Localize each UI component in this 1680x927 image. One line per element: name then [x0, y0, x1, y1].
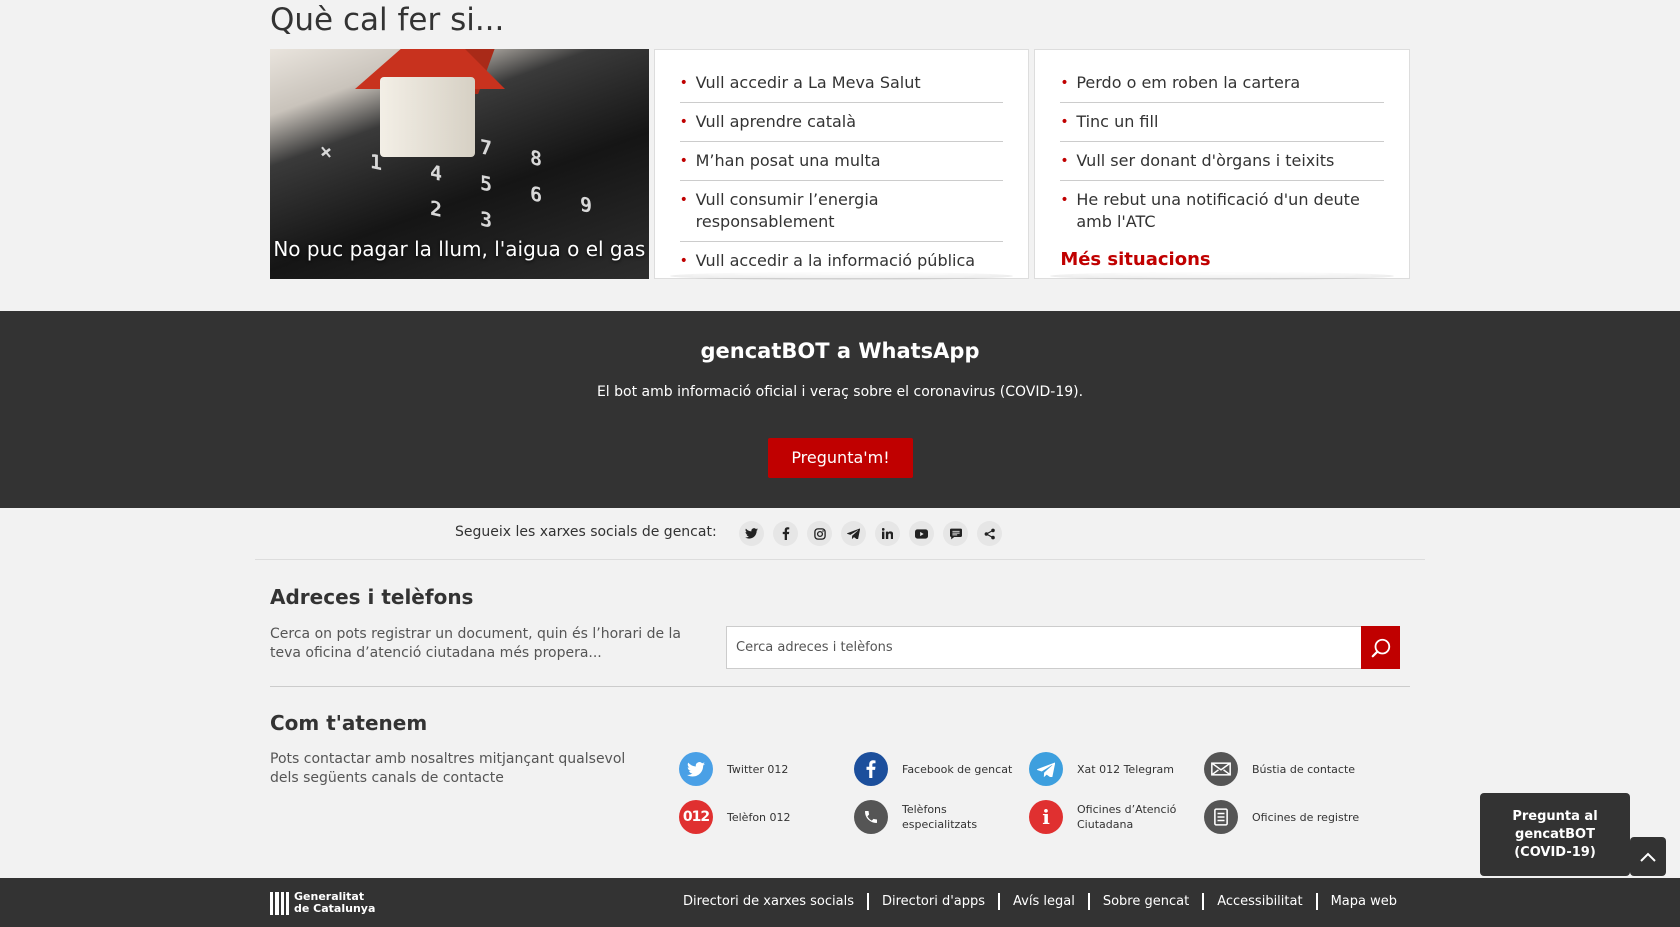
- channel-label: Xat 012 Telegram: [1077, 762, 1174, 776]
- gencatbot-title: gencatBOT a WhatsApp: [700, 339, 980, 363]
- generalitat-logo-mark: [270, 891, 289, 915]
- info-icon: i: [1029, 800, 1063, 834]
- channel-contact-mailbox[interactable]: Bústia de contacte: [1204, 752, 1374, 786]
- logo-text: Generalitat de Catalunya: [294, 891, 375, 915]
- situation-link[interactable]: Perdo o em roben la cartera: [1060, 64, 1384, 103]
- situation-link[interactable]: Vull consumir l’energia responsablement: [679, 181, 1004, 242]
- phone-012-icon: 012: [679, 800, 713, 834]
- footer-link-apps-directory[interactable]: Directori d'apps: [869, 893, 1001, 910]
- ask-me-button[interactable]: Pregunta'm!: [768, 438, 913, 478]
- situations-cards: × 1 4 5 6 9 7 8 2 3 No puc pagar la llum…: [270, 49, 1410, 279]
- logo-line-2: de Catalunya: [294, 902, 376, 915]
- card-shadow: [670, 272, 1014, 280]
- gencatbot-description: El bot amb informació oficial i veraç so…: [596, 384, 1084, 400]
- mail-icon: [1204, 752, 1238, 786]
- search-button[interactable]: [1361, 626, 1400, 669]
- telegram-icon: [1029, 752, 1063, 786]
- footer-link-accessibility[interactable]: Accessibilitat: [1204, 893, 1318, 910]
- situation-link[interactable]: He rebut una notificació d'un deute amb …: [1060, 181, 1384, 241]
- house-model: [380, 77, 475, 157]
- channel-twitter-012[interactable]: Twitter 012: [679, 752, 849, 786]
- footer-link-site-map[interactable]: Mapa web: [1318, 893, 1397, 910]
- channel-registry-offices[interactable]: Oficines de registre: [1204, 800, 1374, 834]
- addresses-search: [726, 626, 1400, 669]
- channel-label: Bústia de contacte: [1252, 762, 1356, 776]
- floating-gencatbot-label: Pregunta al gencatBOT (COVID-19): [1512, 809, 1598, 860]
- situations-column-2: Perdo o em roben la cartera Tinc un fill…: [1034, 49, 1410, 279]
- more-situations-link[interactable]: Més situacions: [1060, 241, 1384, 270]
- channel-facebook[interactable]: Facebook de gencat: [854, 752, 1024, 786]
- social-label: Segueix les xarxes socials de gencat:: [455, 524, 717, 540]
- situation-link[interactable]: Vull ser donant d'òrgans i teixits: [1060, 142, 1384, 181]
- contact-channels-title: Com t'atenem: [270, 711, 428, 735]
- share-icon[interactable]: [977, 521, 1002, 546]
- situation-link[interactable]: Vull aprendre català: [679, 103, 1004, 142]
- floating-gencatbot-button[interactable]: Pregunta al gencatBOT (COVID-19): [1480, 793, 1630, 876]
- featured-situation-card[interactable]: × 1 4 5 6 9 7 8 2 3 No puc pagar la llum…: [270, 49, 649, 279]
- twitter-icon: [679, 752, 713, 786]
- footer-link-about-gencat[interactable]: Sobre gencat: [1090, 893, 1205, 910]
- situations-column-1: Vull accedir a La Meva Salut Vull aprend…: [653, 49, 1030, 280]
- document-icon: [1204, 800, 1238, 834]
- section-title-que-cal-fer: Què cal fer si...: [270, 2, 505, 38]
- generalitat-logo[interactable]: Generalitat de Catalunya: [270, 891, 375, 915]
- social-networks-row: Segueix les xarxes socials de gencat:: [0, 508, 1680, 558]
- channel-label: Telèfons especialitzats: [902, 803, 978, 831]
- channel-telegram[interactable]: Xat 012 Telegram: [1029, 752, 1199, 786]
- footer: Generalitat de Catalunya Directori de xa…: [0, 878, 1680, 927]
- telegram-icon[interactable]: [841, 521, 866, 546]
- twitter-icon[interactable]: [739, 521, 764, 546]
- card-shadow: [1050, 272, 1394, 280]
- divider: [255, 559, 1425, 560]
- divider: [270, 686, 1410, 687]
- social-icons: [739, 521, 1002, 546]
- addresses-search-input[interactable]: [727, 627, 1361, 668]
- situation-link[interactable]: Tinc un fill: [1060, 103, 1384, 142]
- facebook-icon[interactable]: [773, 521, 798, 546]
- channel-specialized-phones[interactable]: Telèfons especialitzats: [854, 800, 1024, 834]
- situation-link[interactable]: Vull accedir a La Meva Salut: [679, 64, 1004, 103]
- gencatbot-banner: gencatBOT a WhatsApp El bot amb informac…: [0, 311, 1680, 508]
- footer-link-social-directory[interactable]: Directori de xarxes socials: [670, 893, 869, 910]
- phone-icon: [854, 800, 888, 834]
- channel-label: Telèfon 012: [727, 810, 791, 824]
- instagram-icon[interactable]: [807, 521, 832, 546]
- chevron-up-icon: [1640, 852, 1656, 862]
- facebook-icon: [854, 752, 888, 786]
- footer-link-legal-notice[interactable]: Avís legal: [1000, 893, 1090, 910]
- channel-label: Facebook de gencat: [902, 762, 1013, 776]
- search-icon: [1371, 638, 1390, 657]
- channel-label: Oficines de registre: [1252, 810, 1360, 824]
- linkedin-icon[interactable]: [875, 521, 900, 546]
- footer-links: Directori de xarxes socials Directori d'…: [670, 893, 1397, 910]
- channel-phone-012[interactable]: 012 Telèfon 012: [679, 800, 849, 834]
- contact-channels-description: Pots contactar amb nosaltres mitjançant …: [270, 751, 626, 786]
- channel-label: Twitter 012: [727, 762, 789, 776]
- addresses-title: Adreces i telèfons: [270, 585, 474, 609]
- channel-citizen-offices[interactable]: i Oficines d’Atenció Ciutadana: [1029, 800, 1199, 834]
- addresses-description: Cerca on pots registrar un document, qui…: [270, 626, 681, 661]
- featured-caption: No puc pagar la llum, l'aigua o el gas: [273, 237, 646, 261]
- back-to-top-button[interactable]: [1630, 837, 1666, 876]
- chat-icon[interactable]: [943, 521, 968, 546]
- channel-label: Oficines d’Atenció Ciutadana: [1077, 803, 1177, 831]
- situation-link[interactable]: M’han posat una multa: [679, 142, 1004, 181]
- youtube-icon[interactable]: [909, 521, 934, 546]
